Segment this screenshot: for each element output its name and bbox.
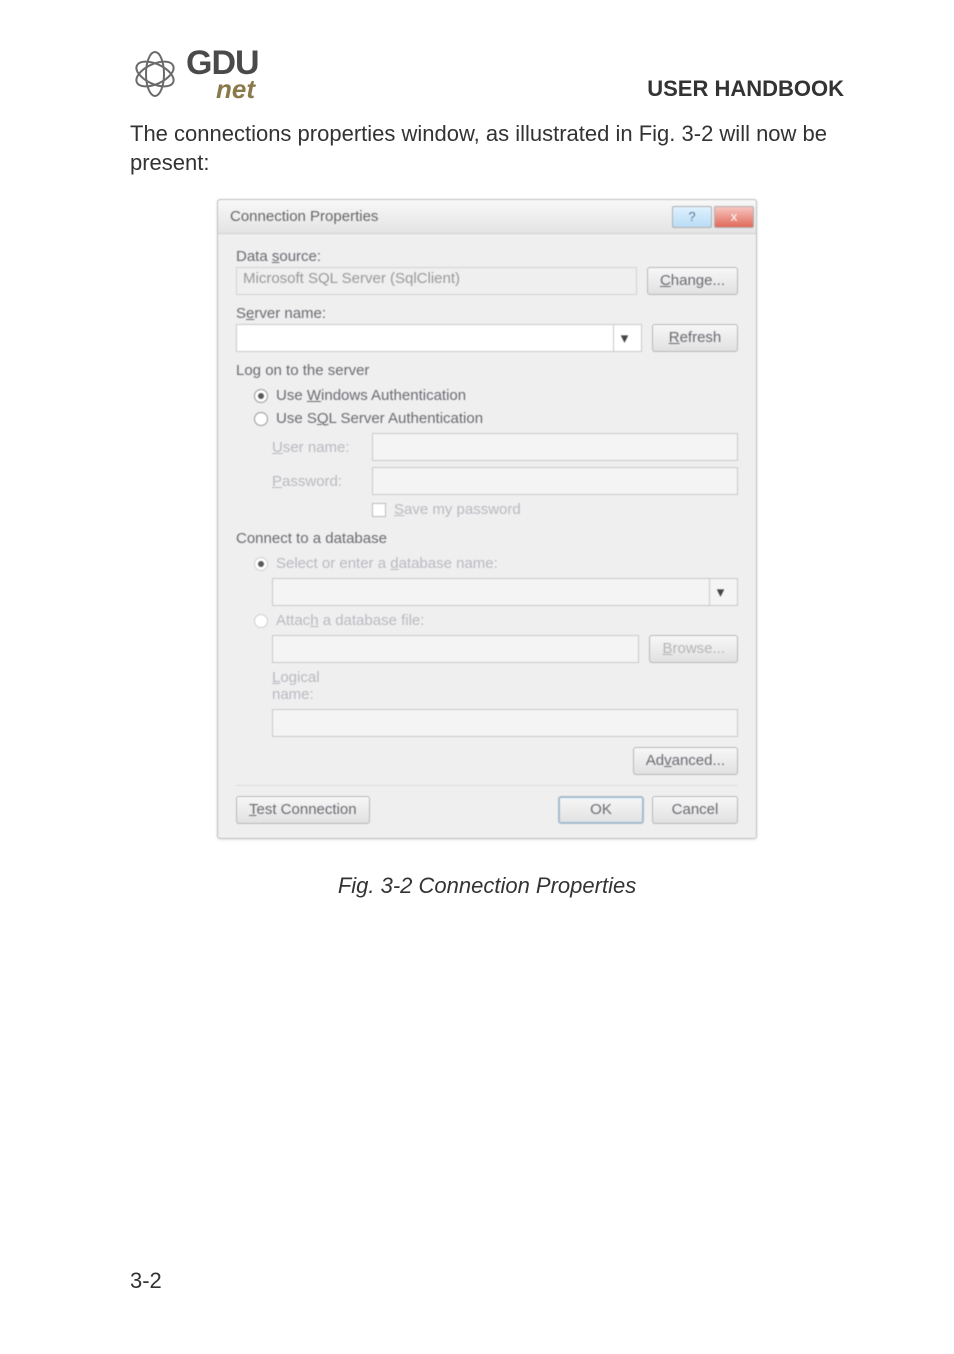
radio-icon: [254, 614, 268, 628]
attach-file-input: [272, 635, 639, 663]
password-row: Password:: [272, 467, 738, 495]
refresh-button[interactable]: Refresh: [652, 324, 738, 352]
cancel-button[interactable]: Cancel: [652, 796, 738, 824]
dialog-title: Connection Properties: [230, 208, 378, 225]
connection-properties-dialog: Connection Properties ? x Data source: M…: [217, 199, 757, 839]
chevron-down-icon: ▾: [613, 325, 635, 351]
logo-net: net: [216, 76, 259, 102]
divider: [236, 785, 738, 786]
checkbox-icon: [372, 503, 386, 517]
attach-file-row: Browse...: [254, 635, 738, 663]
logon-group: Use Windows Authentication Use SQL Serve…: [236, 387, 738, 518]
connect-db-title: Connect to a database: [236, 530, 738, 547]
password-label: Password:: [272, 473, 362, 490]
logo-mark-icon: [130, 47, 180, 101]
radio-label: Use Windows Authentication: [276, 387, 466, 404]
auth-sql-radio[interactable]: Use SQL Server Authentication: [254, 410, 738, 427]
page-header: GDU net USER HANDBOOK: [130, 30, 844, 102]
intro-paragraph: The connections properties window, as il…: [130, 120, 844, 177]
radio-icon: [254, 389, 268, 403]
page-number: 3-2: [130, 1268, 162, 1294]
logical-name-input: [272, 709, 738, 737]
auth-windows-radio[interactable]: Use Windows Authentication: [254, 387, 738, 404]
window-controls: ? x: [672, 206, 756, 228]
server-name-row: ▾ Refresh: [236, 324, 738, 352]
logical-name-label: Logical name:: [272, 669, 362, 703]
logo-text: GDU net: [186, 46, 259, 102]
close-button[interactable]: x: [714, 206, 754, 228]
screenshot-wrapper: Connection Properties ? x Data source: M…: [130, 199, 844, 839]
radio-label: Attach a database file:: [276, 612, 424, 629]
username-row: User name:: [272, 433, 738, 461]
db-name-row: ▾: [254, 578, 738, 606]
dialog-footer: Test Connection OK Cancel: [236, 796, 738, 824]
data-source-row: Microsoft SQL Server (SqlClient) Change.…: [236, 267, 738, 295]
logo: GDU net: [130, 46, 259, 102]
ok-button[interactable]: OK: [558, 796, 644, 824]
advanced-row: Advanced...: [236, 747, 738, 775]
connect-db-group: Select or enter a database name: ▾ Attac…: [236, 555, 738, 737]
radio-label: Use SQL Server Authentication: [276, 410, 483, 427]
data-source-label: Data source:: [236, 248, 738, 265]
save-password-check: Save my password: [272, 501, 738, 518]
test-connection-button[interactable]: Test Connection: [236, 796, 370, 824]
radio-icon: [254, 412, 268, 426]
server-name-combo[interactable]: ▾: [236, 324, 642, 352]
dialog-titlebar: Connection Properties ? x: [218, 200, 756, 234]
radio-icon: [254, 557, 268, 571]
db-select-radio: Select or enter a database name:: [254, 555, 738, 572]
username-input: [372, 433, 738, 461]
close-icon: x: [731, 209, 738, 224]
chevron-down-icon: ▾: [709, 579, 731, 605]
radio-label: Select or enter a database name:: [276, 555, 498, 572]
advanced-button[interactable]: Advanced...: [633, 747, 738, 775]
db-attach-radio: Attach a database file:: [254, 612, 738, 629]
data-source-value: Microsoft SQL Server (SqlClient): [236, 267, 637, 295]
username-label: User name:: [272, 439, 362, 456]
change-button[interactable]: Change...: [647, 267, 738, 295]
help-button[interactable]: ?: [672, 206, 712, 228]
db-name-combo: ▾: [272, 578, 738, 606]
check-label: Save my password: [394, 501, 521, 518]
server-name-label: Server name:: [236, 305, 738, 322]
document-page: GDU net USER HANDBOOK The connections pr…: [0, 0, 954, 1354]
sql-auth-fields: User name: Password: Save my password: [254, 433, 738, 518]
dialog-body: Data source: Microsoft SQL Server (SqlCl…: [218, 234, 756, 838]
logical-name-input-row: [254, 709, 738, 737]
help-icon: ?: [688, 209, 695, 224]
handbook-title: USER HANDBOOK: [647, 76, 844, 102]
logical-name-row: Logical name:: [254, 669, 738, 703]
password-input: [372, 467, 738, 495]
logon-group-title: Log on to the server: [236, 362, 738, 379]
figure-caption: Fig. 3-2 Connection Properties: [130, 873, 844, 899]
browse-button: Browse...: [649, 635, 738, 663]
